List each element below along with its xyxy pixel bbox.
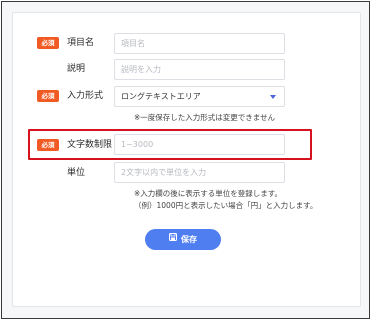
save-icon [169, 228, 177, 249]
input-type-note: ※一度保存した入力形式は変更できません [134, 113, 276, 122]
item-name-label: 項目名 [67, 38, 95, 48]
item-name-input[interactable]: 項目名 [114, 33, 285, 54]
char-limit-label: 文字数制限 [67, 140, 113, 150]
input-type-value: ロングテキストエリア [121, 92, 201, 101]
save-button[interactable]: 保存 [145, 229, 221, 250]
char-limit-input[interactable]: 1~3000 [114, 134, 285, 155]
save-label: 保存 [181, 235, 197, 244]
unit-label: 単位 [67, 168, 86, 178]
input-type-select[interactable]: ロングテキストエリア [114, 86, 285, 107]
required-badge: 必須 [37, 139, 59, 151]
required-badge: 必須 [37, 90, 59, 102]
required-badge: 必須 [37, 37, 59, 49]
unit-note-line2: （例）1000円と表示したい場合「円」と入力します。 [134, 201, 318, 210]
description-input[interactable]: 説明を入力 [114, 59, 285, 80]
input-type-label: 入力形式 [67, 91, 104, 101]
chevron-down-icon [270, 95, 276, 99]
unit-note-line1: ※入力欄の後に表示する単位を登録します。 [134, 189, 283, 198]
description-label: 説明 [67, 64, 86, 74]
unit-input[interactable]: 2文字以内で単位を入力 [114, 162, 285, 183]
